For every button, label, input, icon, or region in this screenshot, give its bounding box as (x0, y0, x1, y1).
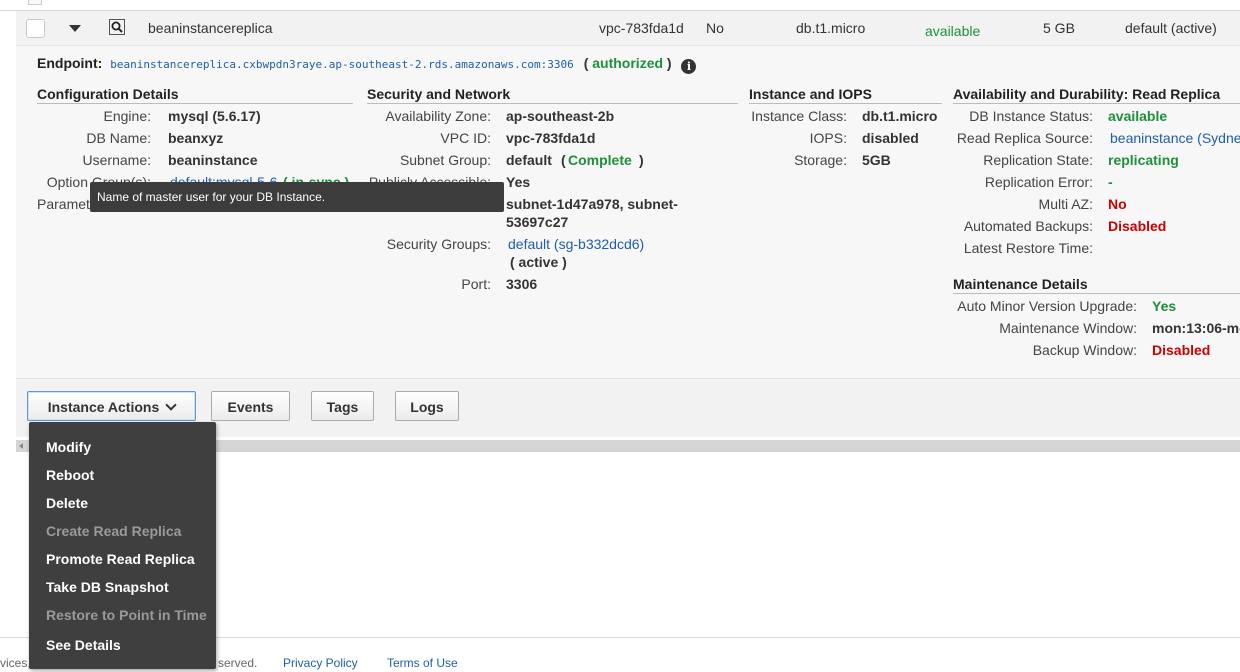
security-heading: Security and Network (367, 86, 738, 104)
subnets-line1: subnet-1d47a978, subnet- (506, 196, 678, 212)
row-checkbox[interactable] (26, 19, 45, 38)
endpoint-open-paren: ( (583, 55, 589, 71)
backup-window-label: Backup Window: (1032, 342, 1137, 358)
previous-row-edge (0, 0, 1240, 11)
menu-item-see-details[interactable]: See Details (46, 637, 121, 653)
storage-label: Storage: (794, 152, 847, 168)
engine-label: Engine: (103, 108, 151, 124)
port-value: 3306 (506, 276, 538, 292)
instance-actions-button[interactable]: Instance Actions (27, 391, 196, 421)
subnet-group-close: ) (639, 152, 644, 168)
port-label: Port: (461, 276, 491, 292)
public-access-value: Yes (506, 174, 531, 190)
security-groups-label: Security Groups: (386, 236, 491, 252)
replication-error-label: Replication Error: (984, 174, 1093, 190)
maintenance-heading: Maintenance Details (953, 276, 1240, 294)
iops-heading: Instance and IOPS (749, 86, 942, 104)
auto-upgrade-value: Yes (1152, 298, 1177, 314)
security-group-status: ( active ) (510, 254, 567, 270)
terms-of-use-link[interactable]: Terms of Use (387, 656, 458, 670)
replica-source-label: Read Replica Source: (956, 130, 1093, 146)
menu-item-promote-read-replica[interactable]: Promote Read Replica (46, 551, 195, 567)
dbname-value: beanxyz (168, 130, 224, 146)
instance-row[interactable]: beaninstancereplica vpc-783fda1d No db.t… (16, 11, 1240, 46)
endpoint-close-paren: ) (666, 55, 672, 71)
auto-backups-label: Automated Backups: (963, 218, 1093, 234)
instance-actions-menu: Modify Reboot Delete Create Read Replica… (29, 422, 216, 669)
iops-label: IOPS: (809, 130, 847, 146)
menu-item-reboot[interactable]: Reboot (46, 467, 94, 483)
maintenance-window-label: Maintenance Window: (999, 320, 1137, 336)
chevron-down-icon (165, 399, 177, 411)
endpoint-line: Endpoint: beaninstancereplica.cxbwpdn3ra… (37, 55, 697, 74)
replication-error-value: - (1108, 174, 1113, 190)
iops-value: disabled (862, 130, 919, 146)
info-icon[interactable]: i (681, 59, 697, 74)
replica-source-link[interactable]: beaninstance (Sydney) (1110, 130, 1240, 146)
row-vpc: vpc-783fda1d (599, 20, 684, 36)
logs-button[interactable]: Logs (395, 391, 459, 421)
storage-value: 5GB (862, 152, 891, 168)
instance-name: beaninstancereplica (148, 20, 273, 36)
engine-value: mysql (5.6.17) (168, 108, 261, 124)
footer-reserved-fragment: served. (218, 656, 258, 670)
security-group-link[interactable]: default (sg-b332dcd6) (508, 236, 644, 252)
row-status: available (925, 23, 981, 39)
scroll-left-icon[interactable] (19, 443, 23, 449)
menu-item-modify[interactable]: Modify (46, 439, 91, 455)
tags-button[interactable]: Tags (311, 391, 374, 421)
row-storage: 5 GB (1043, 20, 1075, 36)
instance-detail-panel: Endpoint: beaninstancereplica.cxbwpdn3ra… (16, 46, 1240, 435)
row-instance-class: db.t1.micro (796, 20, 866, 36)
subnets-line2: 53697c27 (506, 214, 569, 230)
username-label: Username: (82, 152, 151, 168)
events-button[interactable]: Events (211, 391, 290, 421)
footer-text-fragment: vices, (0, 656, 31, 670)
row-multi-az: No (706, 20, 724, 36)
az-value: ap-southeast-2b (506, 108, 615, 124)
menu-item-restore-point-in-time: Restore to Point in Time (46, 607, 207, 623)
menu-item-delete[interactable]: Delete (46, 495, 88, 511)
config-heading: Configuration Details (37, 86, 353, 104)
endpoint-url: beaninstancereplica.cxbwpdn3raye.ap-sout… (110, 58, 574, 71)
dbname-label: DB Name: (86, 130, 151, 146)
az-label: Availability Zone: (385, 108, 491, 124)
multi-az-value: No (1108, 196, 1127, 212)
menu-item-take-snapshot[interactable]: Take DB Snapshot (46, 579, 169, 595)
replication-state-label: Replication State: (983, 152, 1093, 168)
row-option-group: default (active) (1125, 20, 1217, 36)
menu-item-create-read-replica: Create Read Replica (46, 523, 182, 539)
subnet-group-open: ( (561, 152, 566, 168)
replication-state-value: replicating (1108, 152, 1179, 168)
vpc-label: VPC ID: (440, 130, 491, 146)
instance-class-label: Instance Class: (751, 108, 847, 124)
availability-heading: Availability and Durability: Read Replic… (953, 86, 1240, 104)
instance-class-value: db.t1.micro (862, 108, 938, 124)
db-status-label: DB Instance Status: (969, 108, 1093, 124)
backup-window-value: Disabled (1152, 342, 1211, 358)
db-status-value: available (1108, 108, 1168, 124)
multi-az-label: Multi AZ: (1038, 196, 1093, 212)
auto-backups-value: Disabled (1108, 218, 1167, 234)
previous-row-checkbox-edge (28, 0, 42, 5)
vpc-value: vpc-783fda1d (506, 130, 596, 146)
subnet-group-status: Complete (568, 152, 632, 168)
expand-caret-icon[interactable] (69, 25, 81, 32)
zoom-icon[interactable] (109, 19, 125, 35)
subnet-group-label: Subnet Group: (399, 152, 491, 168)
privacy-policy-link[interactable]: Privacy Policy (283, 656, 358, 670)
subnet-group-value: default (506, 152, 552, 168)
auto-upgrade-label: Auto Minor Version Upgrade: (957, 298, 1137, 314)
maintenance-window-value: mon:13:06-mon:13:36 (1152, 320, 1240, 336)
latest-restore-label: Latest Restore Time: (963, 240, 1093, 256)
endpoint-status: authorized (592, 55, 664, 71)
endpoint-label: Endpoint: (37, 55, 103, 71)
username-value: beaninstance (168, 152, 258, 168)
instance-actions-label: Instance Actions (47, 399, 160, 415)
username-tooltip: Name of master user for your DB Instance… (90, 182, 504, 212)
